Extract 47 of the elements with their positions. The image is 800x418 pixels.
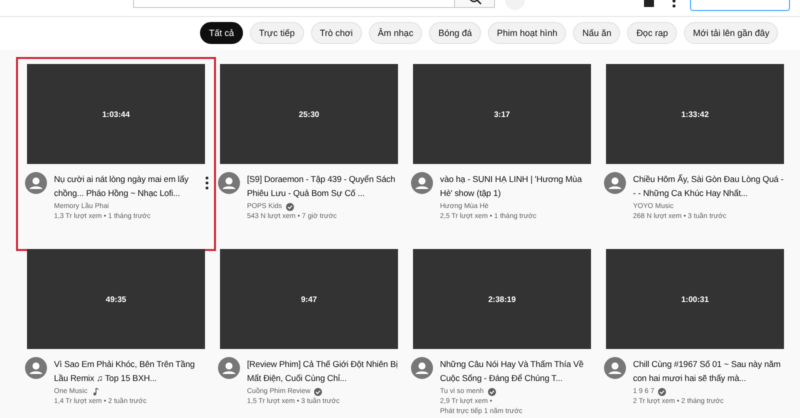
- filter-chip[interactable]: Đọc rap: [627, 22, 677, 44]
- avatar-icon[interactable]: [218, 172, 240, 194]
- filter-chip[interactable]: Trực tiếp: [250, 22, 304, 44]
- verified-icon: [314, 388, 322, 396]
- video-thumbnail[interactable]: 49:35: [27, 249, 205, 349]
- avatar-icon[interactable]: [218, 357, 240, 379]
- video-thumbnail[interactable]: 1:03:44: [27, 64, 205, 164]
- avatar-icon[interactable]: [25, 357, 47, 379]
- video-thumbnail[interactable]: 25:30: [220, 64, 398, 164]
- video-duration: 1:33:42: [681, 110, 709, 118]
- avatar-icon[interactable]: [604, 172, 626, 194]
- avatar-icon[interactable]: [411, 172, 433, 194]
- filter-chip[interactable]: Phim hoạt hình: [488, 22, 566, 44]
- video-duration: 1:03:44: [102, 110, 130, 118]
- video-title[interactable]: Chill Cùng #1967 Số 01 ~ Sau này năm con hai mươi hai sẽ thấy mà...: [633, 357, 784, 385]
- filter-chip[interactable]: Nấu ăn: [573, 22, 620, 44]
- filter-chip[interactable]: Mới tải lên gần đây: [684, 22, 778, 44]
- video-title[interactable]: Chiều Hôm Ấy, Sài Gòn Đau Lòng Quá - - - Những Ca Khúc Hay Nhất...: [633, 172, 784, 200]
- video-duration: 25:30: [298, 110, 320, 118]
- verified-icon: [286, 203, 294, 211]
- verified-icon: [658, 388, 666, 396]
- video-title[interactable]: [Review Phim] Cả Thế Giới Đột Nhiên Bị Mất Điện, Cuối Cùng Chỉ...: [247, 357, 398, 385]
- filter-chip[interactable]: Bóng đá: [429, 22, 481, 44]
- video-title[interactable]: Vì Sao Em Phải Khóc, Bên Trên Tầng Lầu Remix ♫ Top 15 BXH...: [54, 357, 205, 385]
- video-thumbnail[interactable]: 9:47: [220, 249, 398, 349]
- filter-chip[interactable]: Trò chơi: [310, 22, 362, 44]
- video-thumbnail[interactable]: 1:33:42: [606, 64, 784, 164]
- video-title[interactable]: Những Câu Nói Hay Và Thấm Thía Về Cuộc Sống - Đáng Để Chúng T...: [440, 357, 591, 385]
- avatar-icon[interactable]: [25, 172, 47, 194]
- video-duration: 1:00:31: [681, 294, 709, 304]
- avatar-icon[interactable]: [411, 357, 433, 379]
- video-title[interactable]: Nụ cười ai nát lòng ngày mai em lấy chồng... Pháo Hồng ~ Nhạc Lofi...: [54, 172, 205, 200]
- video-duration: 9:47: [300, 294, 317, 304]
- video-duration: 3:17: [494, 110, 510, 118]
- filter-chip[interactable]: Âm nhạc: [368, 22, 422, 44]
- video-thumbnail[interactable]: 1:00:31: [606, 249, 784, 349]
- more-icon[interactable]: [205, 176, 209, 190]
- verified-icon: [488, 388, 496, 396]
- video-title[interactable]: [S9] Doraemon - Tập 439 - Quyển Sách Phiêu Lưu - Quả Bom Sự Cố ...: [247, 172, 398, 200]
- filter-chip[interactable]: Tất cả: [200, 22, 244, 44]
- music-note-icon: [91, 388, 100, 396]
- video-duration: 2:38:19: [488, 294, 516, 304]
- avatar-icon[interactable]: [604, 357, 626, 379]
- video-title[interactable]: vào hạ - SUNI HẠ LINH | 'Hương Mùa Hè' show (tập 1): [440, 172, 591, 200]
- video-duration: 49:35: [106, 294, 126, 304]
- video-thumbnail[interactable]: 3:17: [413, 64, 591, 164]
- video-thumbnail[interactable]: 2:38:19: [413, 249, 591, 349]
